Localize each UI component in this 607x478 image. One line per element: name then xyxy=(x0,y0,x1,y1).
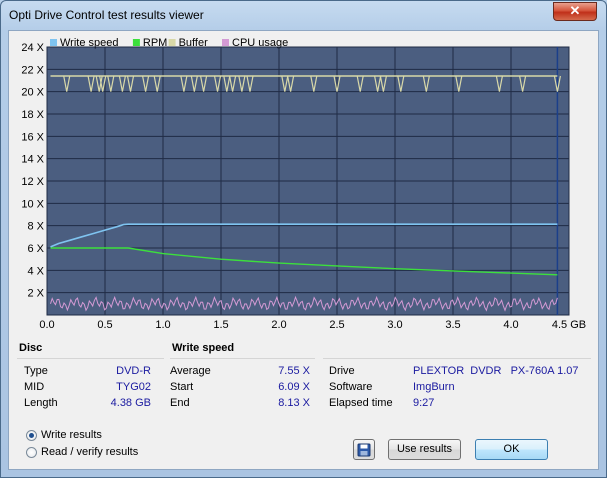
x-tick-label: 3.5 xyxy=(445,319,460,331)
y-tick-label: 2 X xyxy=(27,288,44,300)
write-speed-chart: Write speed RPM Buffer CPU usage2 X4 X6 X8 … xyxy=(21,37,586,331)
software-label: Software xyxy=(329,381,373,393)
end-value: 8.13 X xyxy=(278,397,310,409)
read-verify-results-label[interactable]: Read / verify results xyxy=(41,446,138,458)
write-results-label[interactable]: Write results xyxy=(41,429,102,441)
y-tick-label: 22 X xyxy=(21,64,44,76)
average-value: 7.55 X xyxy=(278,365,310,377)
average-label: Average xyxy=(170,365,211,377)
close-button[interactable]: ✕ xyxy=(553,2,597,21)
write-speed-divider xyxy=(170,358,315,359)
ok-button[interactable]: OK xyxy=(475,439,548,460)
disc-mid-label: MID xyxy=(24,381,45,393)
disc-length-value: 4.38 GB xyxy=(110,397,151,409)
legend-swatch xyxy=(168,39,176,46)
write-speed-heading: Write speed xyxy=(172,342,235,354)
y-tick-label: 20 X xyxy=(21,87,44,99)
y-tick-label: 24 X xyxy=(21,42,44,54)
end-label: End xyxy=(170,397,190,409)
start-label: Start xyxy=(170,381,194,393)
disc-length-label: Length xyxy=(24,397,58,409)
drive-label: Drive xyxy=(329,365,355,377)
disc-mid-value: TYG02 xyxy=(116,381,151,393)
y-tick-label: 8 X xyxy=(27,221,44,233)
x-tick-label: 1.5 xyxy=(213,319,228,331)
x-tick-label: 4.5 GB xyxy=(552,319,586,331)
info-divider xyxy=(323,358,591,359)
disc-type-label: Type xyxy=(24,365,48,377)
use-results-button[interactable]: Use results xyxy=(388,439,461,460)
disc-type-value: DVD-R xyxy=(116,365,151,377)
x-tick-label: 1.0 xyxy=(155,319,170,331)
elapsed-time-value: 9:27 xyxy=(413,397,435,409)
legend-swatch xyxy=(222,39,229,46)
y-tick-label: 12 X xyxy=(21,176,44,188)
x-tick-label: 2.0 xyxy=(271,319,286,331)
disc-heading: Disc xyxy=(19,342,43,354)
y-tick-label: 16 X xyxy=(21,131,44,143)
results-viewer-window: Opti Drive Control test results viewer ✕… xyxy=(0,0,607,478)
disc-divider xyxy=(17,358,164,359)
floppy-disk-icon xyxy=(357,443,371,457)
y-tick-label: 6 X xyxy=(27,243,44,255)
legend-swatch xyxy=(132,39,140,46)
save-button[interactable] xyxy=(353,439,375,460)
client-area: Write speed RPM Buffer CPU usage 2 X4 X6 X8 … xyxy=(8,30,599,470)
y-tick-label: 4 X xyxy=(27,265,44,277)
write-results-radio[interactable] xyxy=(26,430,37,441)
title-bar[interactable]: Opti Drive Control test results viewer ✕ xyxy=(1,1,606,31)
x-tick-label: 2.5 xyxy=(329,319,344,331)
chart-area: Write speed RPM Buffer CPU usage 2 X4 X6 X8 … xyxy=(9,31,600,339)
software-value: ImgBurn xyxy=(413,381,455,393)
y-tick-label: 14 X xyxy=(21,154,44,166)
x-tick-label: 4.0 xyxy=(503,319,518,331)
read-verify-results-radio[interactable] xyxy=(26,447,37,458)
x-tick-label: 0.0 xyxy=(39,319,54,331)
drive-value: PLEXTOR DVDR PX-760A 1.07 xyxy=(413,365,579,377)
y-tick-label: 10 X xyxy=(21,198,44,210)
start-value: 6.09 X xyxy=(278,381,310,393)
x-tick-label: 3.0 xyxy=(387,319,402,331)
x-tick-label: 0.5 xyxy=(97,319,112,331)
y-tick-label: 18 X xyxy=(21,109,44,121)
window-title: Opti Drive Control test results viewer xyxy=(9,8,204,22)
legend-swatch xyxy=(50,39,57,46)
elapsed-time-label: Elapsed time xyxy=(329,397,393,409)
